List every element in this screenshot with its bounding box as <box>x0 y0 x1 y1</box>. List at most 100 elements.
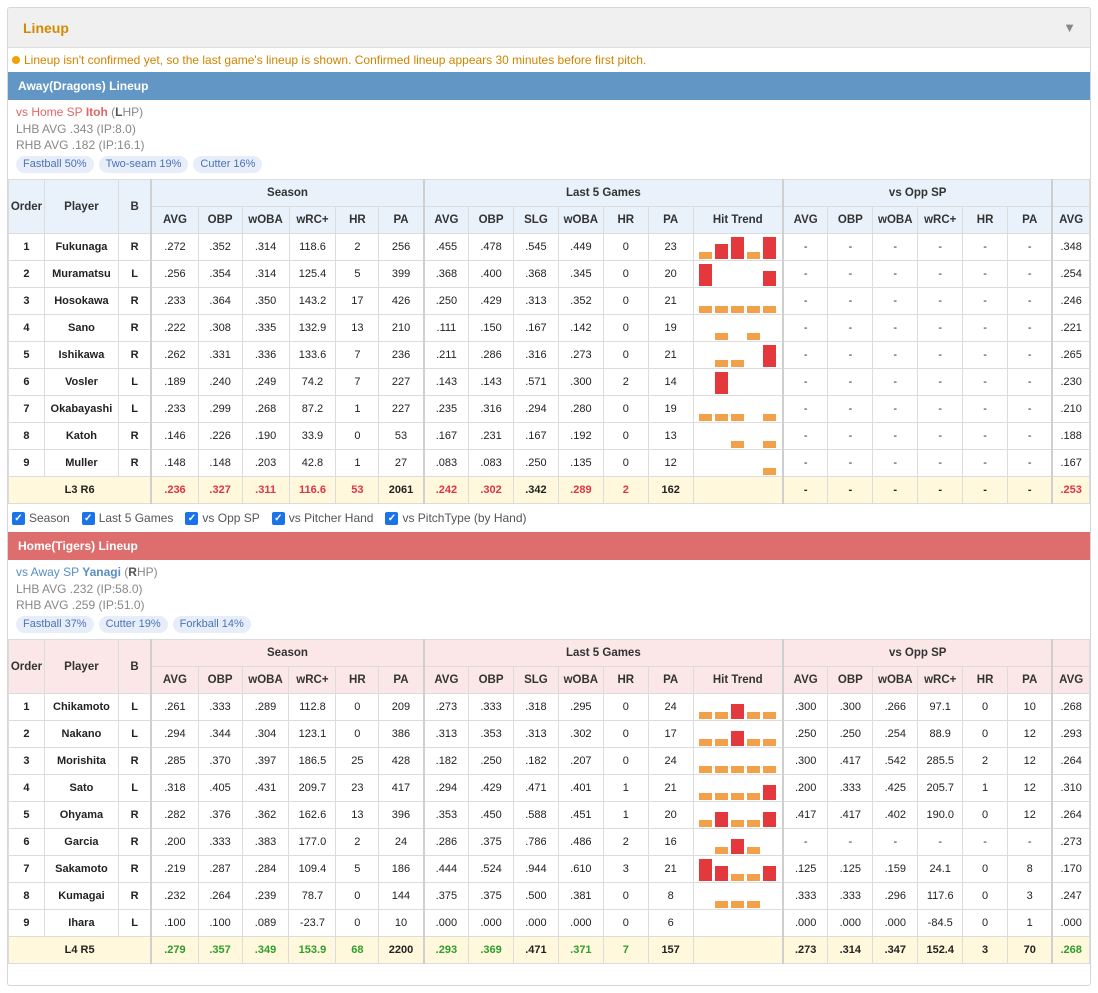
checkbox-checked-icon[interactable]: ✓ <box>12 511 25 525</box>
sp-name-link[interactable]: Itoh <box>86 105 108 119</box>
player-name-link[interactable]: Sato <box>43 774 119 802</box>
season-stat: 236 <box>378 341 425 369</box>
header-opp-col[interactable]: wOBA <box>872 206 919 234</box>
opp-sp-stat: 0 <box>962 693 1009 721</box>
last5-stat: 1 <box>602 801 649 829</box>
header-opp-col[interactable]: wRC+ <box>917 666 964 694</box>
hit-trend-cell <box>692 909 784 937</box>
header-season-col[interactable]: PA <box>378 666 425 694</box>
player-name-link[interactable]: Sakamoto <box>43 855 119 883</box>
header-last5-col[interactable]: PA <box>647 666 694 694</box>
season-stat: .308 <box>197 314 243 342</box>
player-name-link[interactable]: Chikamoto <box>43 693 119 721</box>
player-name-link[interactable]: Sano <box>43 314 119 342</box>
header-season-col[interactable]: OBP <box>197 666 243 694</box>
header-season-col[interactable]: HR <box>335 206 380 234</box>
header-season-col[interactable]: wOBA <box>241 206 290 234</box>
header-opp-col[interactable]: HR <box>962 206 1009 234</box>
header-season-col[interactable]: wRC+ <box>288 666 337 694</box>
season-stat: .314 <box>241 260 290 288</box>
toggle-option[interactable]: ✓ vs Pitcher Hand <box>271 511 373 525</box>
handedness-summary: L4 R5 <box>8 936 152 964</box>
player-name-link[interactable]: Muller <box>43 449 119 477</box>
header-season-col[interactable]: AVG <box>150 206 199 234</box>
hit-trend-bar <box>715 847 729 854</box>
header-last5-col[interactable]: Hit Trend <box>692 666 784 694</box>
header-opp-col[interactable]: AVG <box>782 666 829 694</box>
last5-stat: .300 <box>557 368 604 396</box>
header-last5-col[interactable]: wOBA <box>557 206 604 234</box>
hit-trend-bar <box>747 739 761 746</box>
header-season-col[interactable]: OBP <box>197 206 243 234</box>
last5-stat: 0 <box>602 720 649 748</box>
hit-trend-bar <box>763 468 777 475</box>
checkbox-checked-icon[interactable]: ✓ <box>81 511 95 525</box>
header-last5-col[interactable]: HR <box>602 666 649 694</box>
panel-header[interactable]: Lineup ▼ <box>8 8 1090 48</box>
last5-stat: .135 <box>557 449 604 477</box>
toggle-option[interactable]: ✓ vs Opp SP <box>185 511 260 525</box>
header-season-col[interactable]: PA <box>378 206 425 234</box>
header-last5-col[interactable]: OBP <box>468 666 514 694</box>
hit-trend-bar <box>699 712 713 719</box>
player-name-link[interactable]: Nakano <box>43 720 119 748</box>
player-name-link[interactable]: Ishikawa <box>43 341 119 369</box>
header-last5-col[interactable]: OBP <box>468 206 514 234</box>
opp-sp-stat: - <box>782 260 829 288</box>
header-last5-col[interactable]: SLG <box>513 206 559 234</box>
header-last5-col[interactable]: HR <box>602 206 649 234</box>
season-stat: 10 <box>378 909 425 937</box>
season-stat: .233 <box>150 287 199 315</box>
player-name-link[interactable]: Hosokawa <box>43 287 119 315</box>
season-stat: .405 <box>197 774 243 802</box>
checkbox-checked-icon[interactable]: ✓ <box>271 511 285 525</box>
player-name-link[interactable]: Ohyama <box>43 801 119 829</box>
header-opp-col[interactable]: PA <box>1007 666 1053 694</box>
header-last5-col[interactable]: wOBA <box>557 666 604 694</box>
chevron-down-icon[interactable]: ▼ <box>1063 20 1076 35</box>
toggle-option[interactable]: ✓ Last 5 Games <box>81 511 173 525</box>
checkbox-checked-icon[interactable]: ✓ <box>385 511 399 525</box>
header-opp-col[interactable]: PA <box>1007 206 1053 234</box>
last5-stat: .353 <box>422 801 470 829</box>
header-extra-col[interactable]: AVG <box>1051 206 1090 234</box>
header-opp-col[interactable]: AVG <box>782 206 829 234</box>
header-extra-col[interactable]: AVG <box>1051 666 1090 694</box>
player-name-link[interactable]: Katoh <box>43 422 119 450</box>
header-season-col[interactable]: wRC+ <box>288 206 337 234</box>
header-season-col[interactable]: HR <box>335 666 380 694</box>
header-last5-col[interactable]: SLG <box>512 666 559 694</box>
checkbox-checked-icon[interactable]: ✓ <box>185 511 199 525</box>
header-group-extra <box>1051 179 1090 207</box>
header-opp-col[interactable]: wOBA <box>872 666 919 694</box>
player-name-link[interactable]: Kumagai <box>43 882 119 910</box>
season-stat: .233 <box>150 395 199 423</box>
header-opp-col[interactable]: OBP <box>827 666 874 694</box>
player-name-link[interactable]: Vosler <box>43 368 119 396</box>
header-opp-col[interactable]: HR <box>962 666 1009 694</box>
opp-sp-stat: .417 <box>827 747 874 775</box>
toggle-option[interactable]: ✓ vs PitchType (by Hand) <box>385 511 527 525</box>
season-stat: .304 <box>241 720 290 748</box>
season-stat: 24 <box>378 828 425 856</box>
header-opp-col[interactable]: OBP <box>827 206 874 234</box>
header-last5-col[interactable]: Hit Trend <box>692 206 784 234</box>
player-name-link[interactable]: Ihara <box>43 909 119 937</box>
player-name-link[interactable]: Morishita <box>43 747 119 775</box>
toggle-option[interactable]: ✓ Season <box>12 511 70 525</box>
hit-trend-cell <box>692 260 784 288</box>
header-last5-col[interactable]: AVG <box>422 666 470 694</box>
header-opp-col[interactable]: wRC+ <box>917 206 964 234</box>
player-name-link[interactable]: Muramatsu <box>43 260 119 288</box>
extra-avg: .310 <box>1051 774 1090 802</box>
player-name-link[interactable]: Okabayashi <box>43 395 119 423</box>
header-season-col[interactable]: wOBA <box>241 666 290 694</box>
season-stat: .262 <box>150 341 199 369</box>
header-last5-col[interactable]: AVG <box>422 206 470 234</box>
header-season-col[interactable]: AVG <box>150 666 199 694</box>
player-name-link[interactable]: Garcia <box>43 828 119 856</box>
player-name-link[interactable]: Fukunaga <box>43 233 119 261</box>
header-last5-col[interactable]: PA <box>647 206 694 234</box>
sp-name-link[interactable]: Yanagi <box>82 565 121 579</box>
extra-avg: .000 <box>1051 909 1090 937</box>
